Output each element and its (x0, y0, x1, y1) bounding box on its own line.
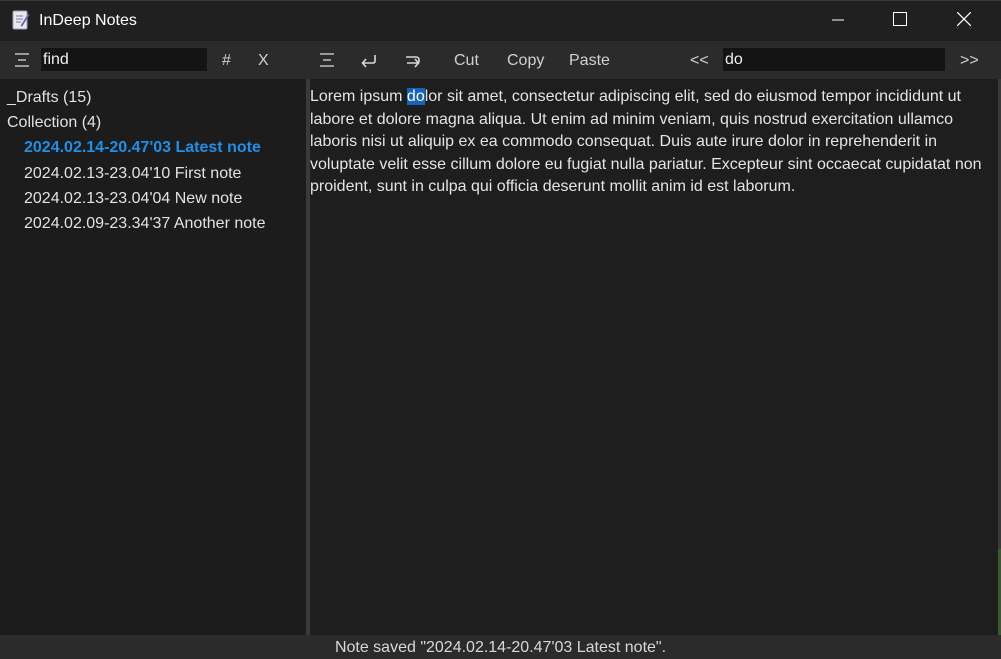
toolbar: # X Cut Copy Paste << >> (0, 41, 1001, 79)
sidebar-search-input[interactable] (41, 48, 207, 71)
title-bar: InDeep Notes (0, 0, 1001, 41)
notes-sidebar: _Drafts (15) Collection (4) 2024.02.14-2… (0, 79, 306, 635)
copy-button[interactable]: Copy (507, 52, 544, 70)
redo-icon[interactable] (403, 49, 423, 71)
tree-note[interactable]: 2024.02.13-23.04'10 First note (24, 165, 241, 183)
maximize-button[interactable] (868, 1, 932, 42)
tag-filter-button[interactable]: # (222, 52, 231, 70)
window-title: InDeep Notes (39, 12, 137, 29)
paste-button[interactable]: Paste (569, 52, 610, 70)
minimize-button[interactable] (806, 1, 870, 42)
undo-icon[interactable] (359, 49, 379, 71)
tree-note[interactable]: 2024.02.13-23.04'04 New note (24, 190, 242, 208)
tree-folder-collection[interactable]: Collection (4) (7, 114, 101, 132)
find-previous-button[interactable]: << (690, 52, 709, 70)
find-next-button[interactable]: >> (960, 52, 979, 70)
close-icon (956, 11, 972, 31)
status-bar: Note saved "2024.02.14-20.47'03 Latest n… (0, 635, 1001, 659)
tree-folder-drafts[interactable]: _Drafts (15) (7, 89, 91, 107)
notepad-icon (12, 9, 30, 31)
editor-menu-hamburger-icon[interactable] (317, 49, 337, 71)
clear-search-button[interactable]: X (258, 52, 269, 70)
status-message: Note saved "2024.02.14-20.47'03 Latest n… (334, 639, 667, 656)
find-input[interactable] (723, 48, 945, 71)
close-button[interactable] (932, 1, 996, 42)
tree-note[interactable]: 2024.02.09-23.34'37 Another note (24, 215, 265, 233)
cut-button[interactable]: Cut (454, 52, 479, 70)
maximize-icon (893, 12, 907, 31)
left-menu-hamburger-icon[interactable] (12, 49, 32, 71)
minimize-icon (832, 13, 844, 31)
tree-note-selected[interactable]: 2024.02.14-20.47'03 Latest note (24, 139, 261, 157)
note-editor[interactable]: Lorem ipsum dolor sit amet, consectetur … (310, 79, 998, 635)
note-text-before: Lorem ipsum (310, 88, 407, 105)
search-match-highlight: do (406, 88, 425, 105)
note-body[interactable]: Lorem ipsum dolor sit amet, consectetur … (310, 86, 996, 199)
